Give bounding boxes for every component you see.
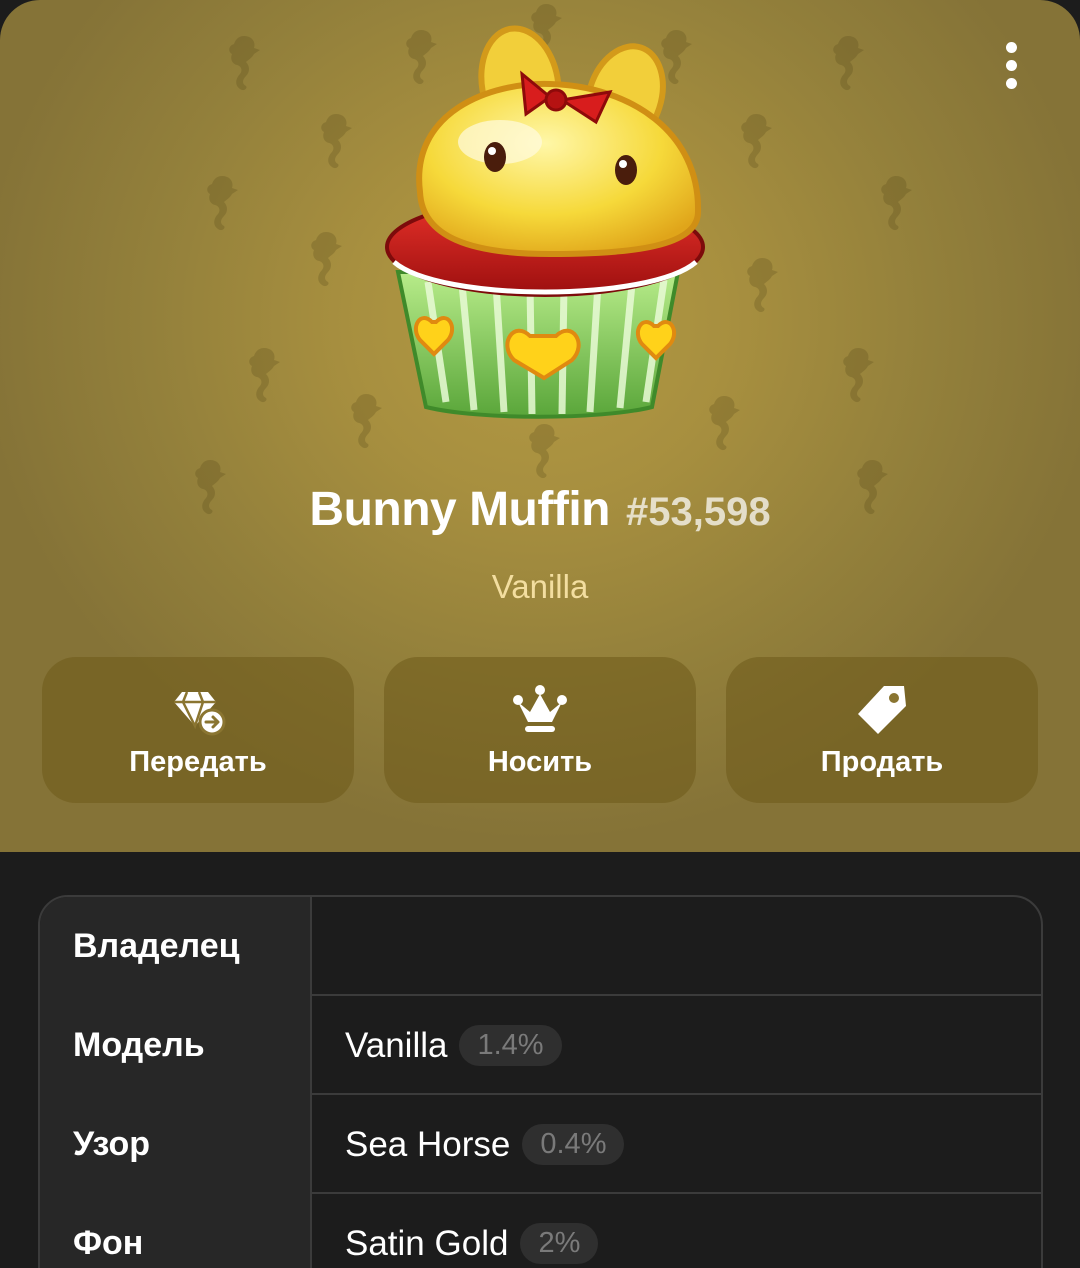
pattern-value: Sea Horse <box>345 1124 511 1164</box>
backdrop-value-cell: Satin Gold 2% <box>312 1194 1041 1268</box>
backdrop-row: Фон Satin Gold 2% <box>40 1194 1041 1268</box>
pattern-label: Узор <box>40 1095 312 1194</box>
menu-dot <box>1005 77 1017 89</box>
pattern-rarity-badge[interactable]: 0.4% <box>522 1124 625 1165</box>
wear-button-label: Носить <box>487 745 593 778</box>
backdrop-label: Фон <box>40 1194 312 1268</box>
model-rarity-badge[interactable]: 1.4% <box>459 1025 562 1066</box>
gift-header: Bunny Muffin #53,598 Vanilla Передать Но… <box>0 0 1080 852</box>
transfer-button[interactable]: Передать <box>42 657 354 803</box>
backdrop-value: Satin Gold <box>345 1223 509 1263</box>
owner-value[interactable] <box>312 897 1041 996</box>
diamond-transfer-icon <box>174 691 226 735</box>
sell-button[interactable]: Продать <box>726 657 1038 803</box>
seahorse-pattern-icon <box>832 344 876 404</box>
gift-detail-page: Bunny Muffin #53,598 Vanilla Передать Но… <box>0 0 1080 1268</box>
seahorse-pattern-icon <box>870 172 914 232</box>
model-value: Vanilla <box>345 1025 448 1065</box>
backdrop-rarity-badge[interactable]: 2% <box>520 1223 599 1264</box>
gift-name: Bunny Muffin <box>309 483 610 536</box>
seahorse-pattern-icon <box>822 32 866 92</box>
pattern-value-cell: Sea Horse 0.4% <box>312 1095 1041 1194</box>
owner-label: Владелец <box>40 897 312 996</box>
model-value-cell: Vanilla 1.4% <box>312 996 1041 1095</box>
model-row: Модель Vanilla 1.4% <box>40 996 1041 1095</box>
menu-dot <box>1005 59 1017 71</box>
gift-model-subtitle: Vanilla <box>491 568 589 605</box>
wear-button[interactable]: Носить <box>384 657 696 803</box>
seahorse-pattern-icon <box>218 32 262 92</box>
bunny-muffin-illustration <box>385 25 705 419</box>
seahorse-pattern-icon <box>310 110 354 170</box>
seahorse-pattern-icon <box>300 228 344 288</box>
seahorse-pattern-icon <box>196 172 240 232</box>
owner-row: Владелец <box>40 897 1041 996</box>
gift-title-row: Bunny Muffin #53,598 <box>0 482 1080 552</box>
model-label: Модель <box>40 996 312 1095</box>
price-tag-icon <box>858 685 906 734</box>
action-buttons: Передать Носить Продать <box>42 657 1038 803</box>
crown-icon <box>513 684 567 732</box>
transfer-button-label: Передать <box>129 745 267 778</box>
seahorse-pattern-icon <box>238 344 282 404</box>
pattern-row: Узор Sea Horse 0.4% <box>40 1095 1041 1194</box>
seahorse-pattern-icon <box>736 254 780 314</box>
gift-details-table: Владелец Модель Vanilla 1.4% Узор Sea Ho… <box>38 895 1043 1268</box>
menu-dot <box>1005 41 1017 53</box>
seahorse-pattern-icon <box>518 420 562 480</box>
gift-number: #53,598 <box>626 490 771 534</box>
seahorse-pattern-icon <box>730 110 774 170</box>
more-vertical-icon[interactable] <box>990 38 1032 92</box>
seahorse-pattern-icon <box>340 390 384 450</box>
sell-button-label: Продать <box>820 745 944 778</box>
